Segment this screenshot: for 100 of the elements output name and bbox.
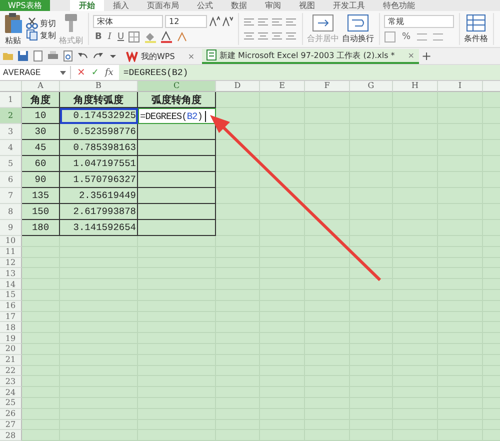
merge-center-button[interactable]: 合并居中 (307, 33, 339, 44)
number-format-dropdown[interactable]: 常规 (384, 15, 454, 28)
ribbon-tab[interactable]: 插入 (104, 0, 138, 11)
row-header[interactable]: 28 (0, 430, 22, 441)
row-header[interactable]: 10 (0, 236, 22, 247)
row-header[interactable]: 8 (0, 204, 22, 220)
row-header[interactable]: 22 (0, 366, 22, 376)
paste-button[interactable]: 粘贴 (5, 35, 21, 46)
row-header[interactable]: 6 (0, 172, 22, 188)
font-color-icon[interactable] (160, 31, 174, 43)
row-header[interactable]: 21 (0, 354, 22, 366)
spreadsheet-icon[interactable] (206, 49, 217, 61)
percent-button[interactable]: % (400, 32, 413, 42)
preview-icon[interactable] (62, 50, 74, 62)
row-header[interactable]: 13 (0, 268, 22, 280)
row-header[interactable]: 3 (0, 124, 22, 140)
app-menu-button[interactable]: WPS表格 (0, 0, 50, 11)
empty-cell (393, 92, 438, 108)
font-size-dropdown[interactable]: 12 (165, 15, 207, 28)
row-header[interactable]: 12 (0, 258, 22, 268)
format-painter-button[interactable]: 格式刷 (59, 35, 83, 46)
align-icon[interactable] (243, 30, 255, 42)
italic-button[interactable]: I (106, 32, 114, 42)
cell-editor[interactable]: =DEGREES(B2) (138, 108, 216, 124)
row-header[interactable]: 15 (0, 290, 22, 301)
fill-color-icon[interactable] (144, 31, 158, 43)
dropdown-arrow-icon[interactable] (60, 70, 67, 76)
save-icon[interactable] (17, 50, 29, 62)
font-dropdown[interactable]: 宋体 (93, 15, 163, 28)
new-tab-button[interactable]: + (422, 49, 432, 63)
column-header[interactable]: F (305, 81, 350, 92)
wrap-text-icon[interactable] (347, 14, 369, 32)
close-tab-button[interactable]: × (408, 50, 414, 60)
merge-cells-icon[interactable] (312, 14, 334, 32)
name-box[interactable]: AVERAGE (0, 66, 71, 79)
close-tab-button[interactable]: × (188, 52, 195, 60)
ribbon-tab[interactable]: 特色功能 (374, 0, 424, 11)
grow-font-icon[interactable] (209, 16, 220, 27)
align-icon[interactable] (257, 30, 269, 42)
row-header[interactable]: 16 (0, 300, 22, 312)
column-header[interactable]: G (350, 81, 393, 92)
confirm-button[interactable]: ✓ (91, 68, 99, 78)
table-grid-icon[interactable] (466, 14, 486, 32)
ribbon-tab[interactable]: 开发工具 (324, 0, 374, 11)
conditional-format-button[interactable]: 条件格 (464, 33, 488, 44)
row-header[interactable]: 1 (0, 92, 22, 108)
ribbon-tab[interactable]: 视图 (290, 0, 324, 11)
cut-button[interactable]: 剪切 (40, 18, 56, 28)
insert-function-button[interactable]: fx (104, 68, 114, 78)
wrap-text-button[interactable]: 自动换行 (342, 33, 374, 44)
row-header[interactable]: 2 (0, 108, 22, 124)
shrink-font-icon[interactable] (222, 16, 233, 27)
row-header[interactable]: 7 (0, 188, 22, 204)
ribbon-tab[interactable]: 数据 (222, 0, 256, 11)
cancel-button[interactable]: × (77, 67, 86, 78)
align-icon[interactable] (285, 30, 297, 42)
row-header[interactable]: 5 (0, 156, 22, 172)
row-header[interactable]: 14 (0, 279, 22, 290)
align-icon[interactable] (271, 30, 283, 42)
row-header[interactable]: 20 (0, 344, 22, 355)
table-cell: 0.174532925 (60, 108, 138, 124)
formula-input[interactable]: =DEGREES(B2) (119, 65, 500, 80)
borders-icon[interactable] (128, 31, 142, 43)
row-header[interactable]: 4 (0, 140, 22, 156)
row-header[interactable]: 19 (0, 333, 22, 344)
bold-button[interactable]: B (93, 32, 104, 42)
print-icon[interactable] (47, 50, 59, 62)
row-header[interactable]: 9 (0, 220, 22, 236)
column-header[interactable]: A (22, 81, 60, 92)
scissors-icon[interactable] (26, 17, 38, 29)
align-icon[interactable] (243, 16, 255, 28)
copy-icon[interactable] (26, 29, 38, 41)
align-icon[interactable] (285, 16, 297, 28)
row-header[interactable]: 25 (0, 398, 22, 409)
ribbon-tab[interactable]: 开始 (70, 0, 104, 11)
row-header[interactable]: 27 (0, 420, 22, 430)
table-header-cell: 角度转弧度 (60, 92, 138, 108)
row-header[interactable]: 26 (0, 408, 22, 420)
row-header[interactable]: 23 (0, 376, 22, 388)
column-header[interactable]: I (438, 81, 483, 92)
ribbon-tab[interactable]: 审阅 (256, 0, 290, 11)
column-header[interactable]: D (216, 81, 260, 92)
align-icon[interactable] (271, 16, 283, 28)
ribbon-tab[interactable]: 公式 (188, 0, 222, 11)
column-header[interactable]: C (138, 81, 216, 92)
document-tab[interactable]: 我的WPS × (122, 48, 199, 64)
clipboard-icon[interactable] (3, 12, 23, 34)
align-icon[interactable] (257, 16, 269, 28)
row-header[interactable]: 18 (0, 322, 22, 334)
wps-logo-icon[interactable] (126, 50, 138, 62)
ribbon-tab[interactable]: 页面布局 (138, 0, 188, 11)
row-header[interactable]: 17 (0, 312, 22, 322)
document-tab[interactable]: 新建 Microsoft Excel 97-2003 工作表 (2).xls * × (202, 48, 418, 64)
empty-cell (260, 92, 305, 108)
underline-button[interactable]: U (115, 32, 126, 42)
column-header[interactable]: H (393, 81, 438, 92)
row-header[interactable]: 11 (0, 246, 22, 258)
row-header[interactable]: 24 (0, 387, 22, 398)
column-header[interactable]: E (260, 81, 305, 92)
copy-button[interactable]: 复制 (40, 30, 56, 40)
